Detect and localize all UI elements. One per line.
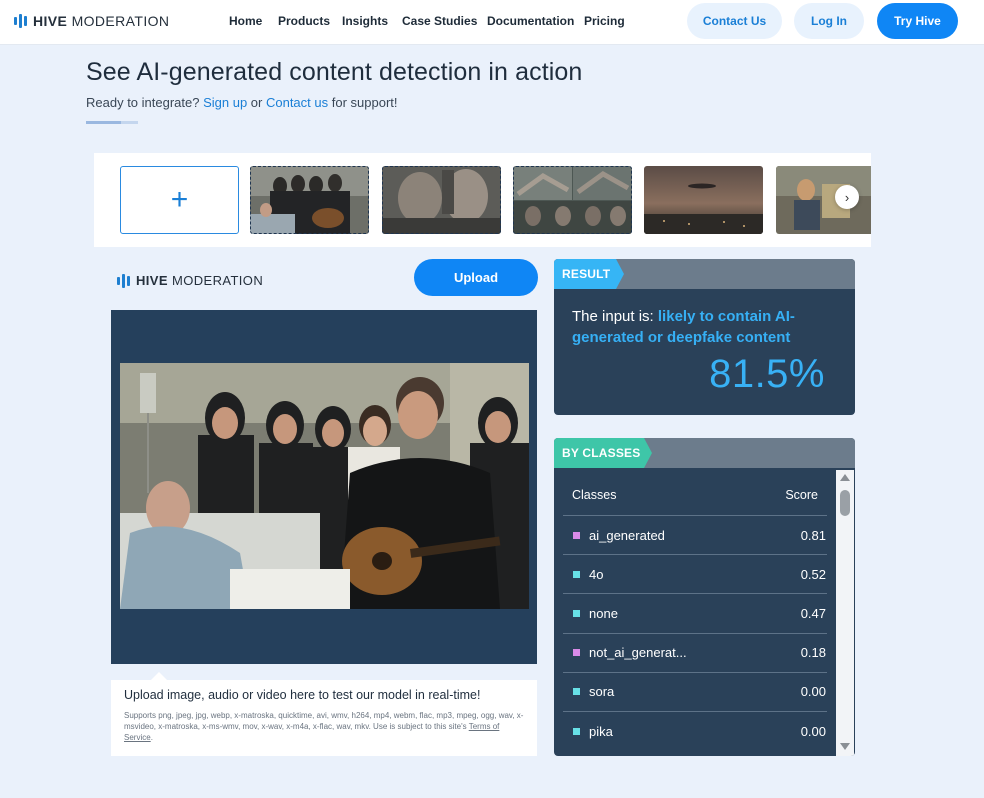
hive-logo-icon	[14, 14, 27, 28]
class-score: 0.52	[800, 566, 826, 582]
plus-icon: +	[170, 183, 189, 216]
scroll-thumb[interactable]	[840, 490, 850, 516]
next-arrow-button[interactable]: ›	[835, 185, 859, 209]
nav-link-products[interactable]: Products	[278, 14, 342, 28]
sample-thumbnail-2[interactable]	[382, 166, 501, 234]
score-column-header: Score	[785, 488, 818, 502]
nav-link-home[interactable]: Home	[229, 14, 278, 28]
contact-us-button[interactable]: Contact Us	[687, 3, 782, 39]
nav-link-case-studies[interactable]: Case Studies	[402, 14, 487, 28]
upload-hint: Upload image, audio or video here to tes…	[111, 672, 537, 756]
upload-hint-title: Upload image, audio or video here to tes…	[124, 688, 481, 702]
scroll-up-icon[interactable]	[840, 474, 850, 481]
try-hive-button[interactable]: Try Hive	[877, 3, 958, 39]
upload-button[interactable]: Upload	[414, 259, 538, 296]
page-subtitle: Ready to integrate? Sign up or Contact u…	[86, 95, 398, 110]
sample-thumbnail-1[interactable]	[250, 166, 369, 234]
classes-card: BY CLASSES Classes Score ai_generated 0.8…	[554, 438, 855, 756]
class-row: none 0.47	[563, 593, 827, 632]
demo-hive-logo: HIVE MODERATION	[117, 273, 263, 288]
brand-name: HIVE MODERATION	[33, 13, 170, 29]
classes-table-header: Classes Score	[572, 488, 818, 502]
signup-link[interactable]: Sign up	[203, 95, 247, 110]
add-sample-button[interactable]: +	[120, 166, 239, 234]
class-name: not_ai_generat...	[589, 645, 687, 661]
sample-thumbnail-3[interactable]	[513, 166, 632, 234]
class-row: ai_generated 0.81	[563, 515, 827, 554]
classes-column-header: Classes	[572, 488, 617, 502]
scroll-down-icon[interactable]	[840, 743, 850, 750]
class-name: 4o	[589, 566, 604, 582]
chevron-right-icon: ›	[844, 189, 850, 205]
class-row: sora 0.00	[563, 671, 827, 711]
classes-tag: BY CLASSES	[562, 446, 641, 460]
contact-link[interactable]: Contact us	[266, 95, 328, 110]
demo-brand-name: HIVE MODERATION	[136, 273, 264, 288]
nav-links: Home Products Insights Case Studies Docu…	[229, 14, 625, 28]
class-color-swatch	[573, 688, 580, 696]
hive-logo[interactable]: HIVE MODERATION	[14, 13, 169, 29]
result-percentage: 81.5%	[709, 352, 825, 396]
page-title: See AI-generated content detection in ac…	[86, 58, 583, 86]
class-name: none	[589, 605, 618, 621]
class-name: sora	[589, 684, 615, 700]
preview-image	[120, 363, 529, 609]
result-tag: RESULT	[562, 267, 611, 281]
class-name: pika	[589, 723, 613, 739]
media-preview	[111, 310, 537, 664]
classes-scrollbar[interactable]	[836, 470, 854, 756]
class-color-swatch	[573, 609, 580, 617]
nav-link-insights[interactable]: Insights	[342, 14, 402, 28]
class-row: pika 0.00	[563, 711, 827, 750]
nav-link-documentation[interactable]: Documentation	[487, 14, 584, 28]
class-row: 4o 0.52	[563, 554, 827, 593]
supported-formats: Supports png, jpeg, jpg, webp, x-matrosk…	[124, 711, 524, 742]
result-card: RESULT The input is: likely to contain A…	[554, 259, 855, 415]
top-nav: HIVE MODERATION Home Products Insights C…	[0, 0, 984, 45]
result-verdict: The input is: likely to contain AI-gener…	[572, 308, 795, 346]
class-score: 0.00	[800, 684, 826, 700]
class-color-swatch	[573, 649, 580, 657]
class-color-swatch	[573, 727, 580, 735]
class-score: 0.00	[800, 723, 826, 739]
hive-logo-icon	[117, 273, 130, 288]
class-name: ai_generated	[589, 527, 665, 543]
class-score: 0.81	[800, 527, 826, 543]
nav-link-pricing[interactable]: Pricing	[584, 14, 625, 28]
class-row: not_ai_generat... 0.18	[563, 632, 827, 672]
sample-strip: +	[94, 153, 871, 247]
class-color-swatch	[573, 570, 580, 578]
sample-thumbnail-4[interactable]	[644, 166, 763, 234]
class-score: 0.18	[800, 645, 826, 661]
class-score: 0.47	[800, 605, 826, 621]
class-color-swatch	[573, 531, 580, 539]
title-underline	[86, 121, 138, 124]
login-button[interactable]: Log In	[794, 3, 864, 39]
